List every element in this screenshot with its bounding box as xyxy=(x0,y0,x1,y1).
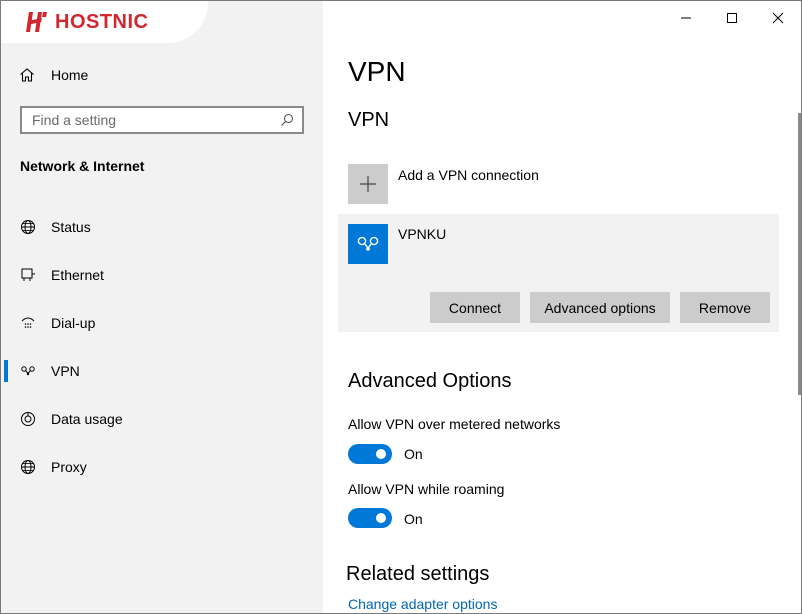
window-controls xyxy=(663,1,801,35)
scrollbar[interactable] xyxy=(798,113,801,395)
navigation-pane: HOSTNIC Home Network & Internet xyxy=(1,1,323,613)
content-pane: VPN VPN Add a VPN connection VPNKU Conne… xyxy=(323,1,801,613)
related-settings-heading: Related settings xyxy=(346,563,490,585)
sidebar-item-label: Ethernet xyxy=(51,267,104,283)
minimize-button[interactable] xyxy=(663,1,709,35)
vpn-connection-card[interactable]: VPNKU Connect Advanced options Remove xyxy=(338,214,779,332)
sidebar-item-vpn[interactable]: VPN xyxy=(1,351,323,391)
vpn-connection-name: VPNKU xyxy=(398,226,447,242)
metered-networks-state: On xyxy=(404,446,423,462)
sidebar-item-label: VPN xyxy=(51,363,80,379)
add-vpn-tile[interactable] xyxy=(348,164,388,204)
advanced-options-heading: Advanced Options xyxy=(348,370,512,392)
close-icon xyxy=(772,12,784,24)
sidebar-item-label: Proxy xyxy=(51,459,87,475)
maximize-button[interactable] xyxy=(709,1,755,35)
sidebar-item-dial-up[interactable]: Dial-up xyxy=(1,303,323,343)
sidebar-item-data-usage[interactable]: Data usage xyxy=(1,399,323,439)
dial-up-icon xyxy=(21,317,35,328)
vpn-icon xyxy=(357,236,379,251)
change-adapter-options-link[interactable]: Change adapter options xyxy=(348,596,497,612)
data-usage-icon xyxy=(21,412,35,426)
close-button[interactable] xyxy=(755,1,801,35)
toggle-knob xyxy=(376,513,386,523)
page-title: VPN xyxy=(348,56,406,87)
globe-icon xyxy=(21,460,35,474)
maximize-icon xyxy=(727,13,737,23)
vpn-icon xyxy=(21,366,35,376)
sidebar-item-label: Data usage xyxy=(51,411,123,427)
search-icon[interactable] xyxy=(280,113,294,127)
metered-networks-toggle[interactable] xyxy=(348,444,392,464)
nav-home[interactable]: Home xyxy=(19,63,88,87)
sidebar-item-label: Status xyxy=(51,219,91,235)
sidebar-item-label: Dial-up xyxy=(51,315,96,331)
minimize-icon xyxy=(681,17,691,19)
ethernet-icon xyxy=(21,268,35,281)
search-box[interactable] xyxy=(20,106,304,134)
add-vpn-label[interactable]: Add a VPN connection xyxy=(398,167,539,183)
search-input[interactable] xyxy=(22,111,280,129)
metered-networks-label: Allow VPN over metered networks xyxy=(348,416,561,432)
connect-button[interactable]: Connect xyxy=(430,292,520,323)
nav-home-label: Home xyxy=(51,67,89,83)
roaming-state: On xyxy=(404,511,423,527)
add-vpn-connection-button[interactable]: Add a VPN connection xyxy=(348,164,539,204)
vpn-connection-icon xyxy=(348,224,388,264)
nav-section-title: Network & Internet xyxy=(20,158,145,174)
brand-name: HOSTNIC xyxy=(55,10,149,33)
remove-button[interactable]: Remove xyxy=(680,292,770,323)
sidebar-item-status[interactable]: Status xyxy=(1,207,323,247)
globe-icon xyxy=(21,220,35,234)
home-icon xyxy=(20,68,34,82)
brand-logo: HOSTNIC xyxy=(1,1,208,43)
roaming-toggle[interactable] xyxy=(348,508,392,528)
hostnic-logo-icon xyxy=(26,12,47,32)
settings-window: HOSTNIC Home Network & Internet xyxy=(0,0,802,614)
plus-icon xyxy=(360,176,376,192)
sidebar-item-proxy[interactable]: Proxy xyxy=(1,447,323,487)
sidebar-item-ethernet[interactable]: Ethernet xyxy=(1,255,323,295)
roaming-label: Allow VPN while roaming xyxy=(348,481,505,497)
advanced-options-button[interactable]: Advanced options xyxy=(530,292,670,323)
toggle-knob xyxy=(376,449,386,459)
vpn-section-title: VPN xyxy=(348,109,390,131)
